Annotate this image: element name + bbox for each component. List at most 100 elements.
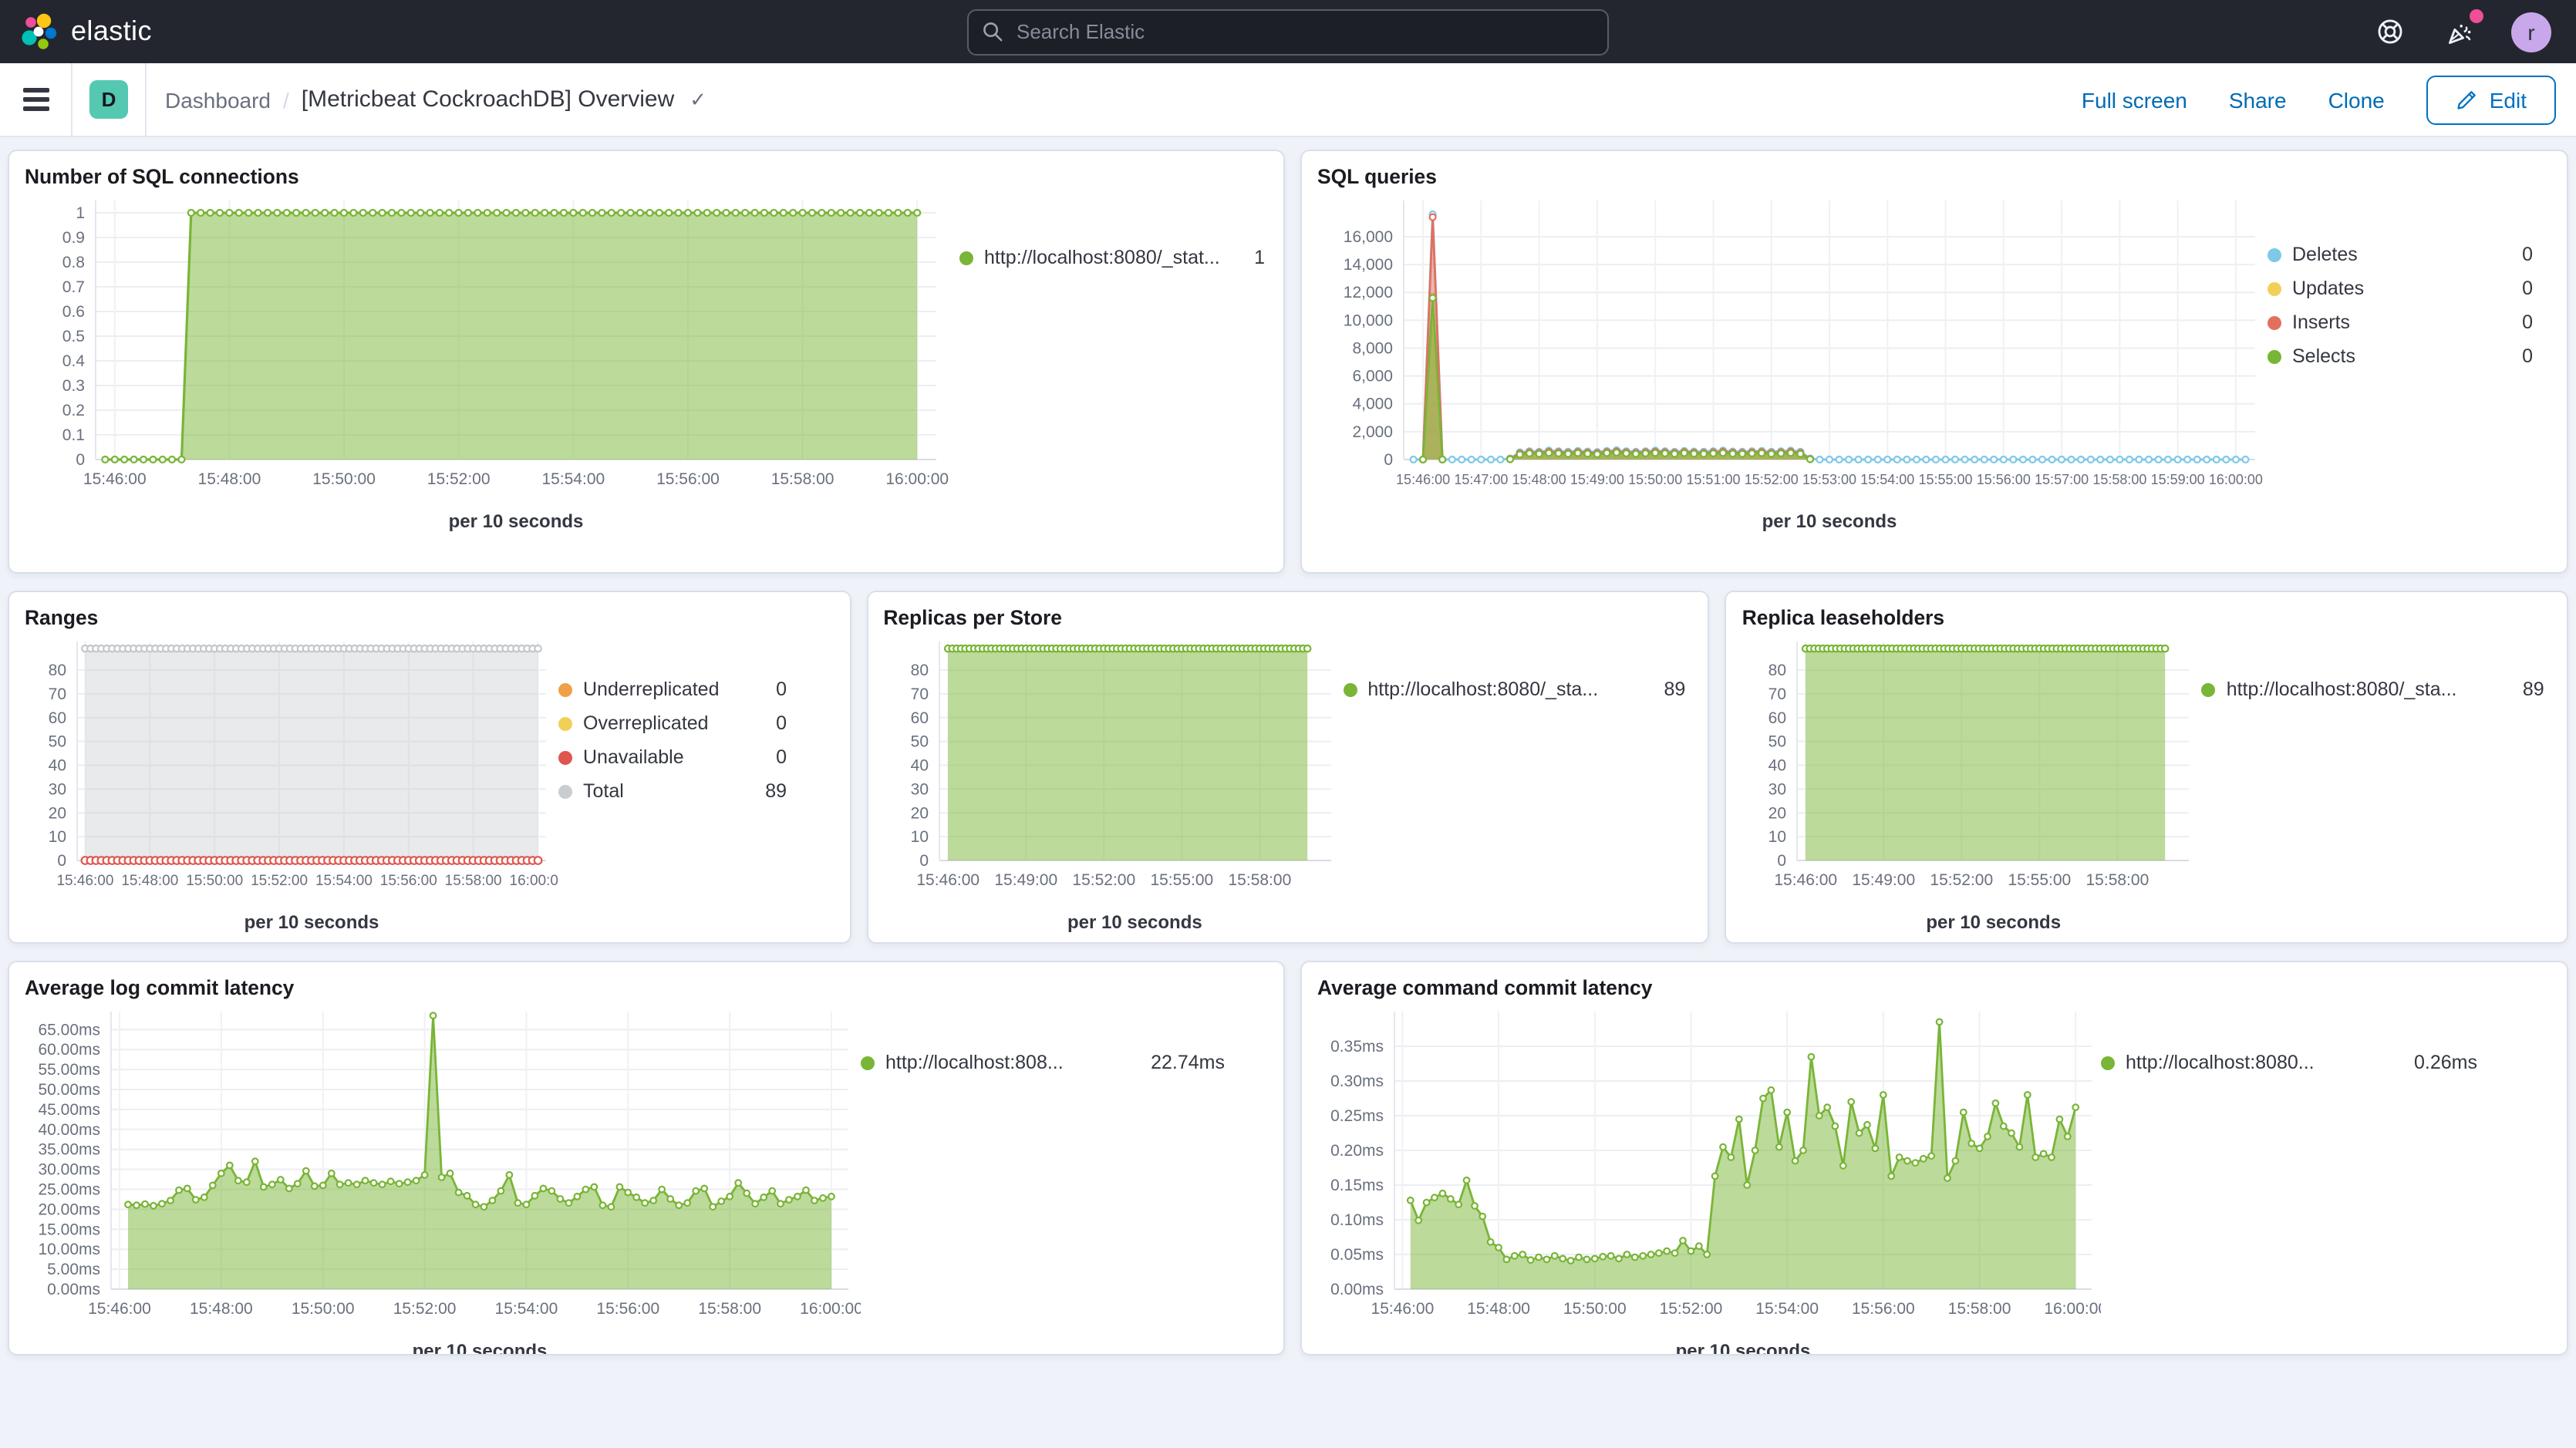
legend-series-value: 0 <box>764 712 787 734</box>
clone-button[interactable]: Clone <box>2328 87 2385 112</box>
legend-series-value: 0 <box>2510 244 2533 265</box>
panel-title[interactable]: Average log commit latency <box>25 976 1271 999</box>
legend-item[interactable]: http://localhost:8080/_sta...89 <box>2202 679 2544 700</box>
svg-text:60: 60 <box>49 709 66 727</box>
chart-legend: http://localhost:8080...0.26ms <box>2101 1002 2483 1086</box>
legend-item[interactable]: http://localhost:8080/_stat...1 <box>959 247 1265 268</box>
legend-series-dot <box>558 750 572 764</box>
legend-series-label: Total <box>583 780 624 802</box>
svg-text:0.9: 0.9 <box>62 229 85 247</box>
panel-title[interactable]: Replica leaseholders <box>1742 606 2554 629</box>
search-input[interactable] <box>1013 19 1593 45</box>
legend-series-dot <box>2267 349 2281 363</box>
legend-series-label: Selects <box>2292 345 2355 367</box>
user-avatar[interactable]: r <box>2511 12 2551 52</box>
svg-text:0.10ms: 0.10ms <box>1330 1211 1384 1229</box>
legend-item[interactable]: Underreplicated0 <box>558 679 787 700</box>
newsfeed-button[interactable] <box>2440 12 2480 52</box>
svg-text:1: 1 <box>76 204 85 222</box>
panel-title[interactable]: Replicas per Store <box>883 606 1695 629</box>
svg-text:15:56:00: 15:56:00 <box>656 470 720 488</box>
elastic-logo <box>19 12 59 52</box>
svg-text:15:48:00: 15:48:00 <box>1512 472 1566 487</box>
svg-text:15:52:00: 15:52:00 <box>251 873 308 889</box>
svg-text:16:00:00: 16:00:00 <box>510 873 558 889</box>
legend-series-dot <box>558 716 572 730</box>
full-screen-button[interactable]: Full screen <box>2082 87 2187 112</box>
svg-text:15:50:00: 15:50:00 <box>292 1300 355 1318</box>
svg-text:0.8: 0.8 <box>62 254 85 271</box>
global-search[interactable] <box>967 8 1609 55</box>
legend-item[interactable]: Total89 <box>558 780 787 802</box>
panel-title[interactable]: SQL queries <box>1317 165 2554 188</box>
svg-text:0.15ms: 0.15ms <box>1330 1177 1384 1194</box>
replicas-per-store-chart: 0102030405060708015:46:0015:49:0015:52:0… <box>883 632 1343 897</box>
legend-item[interactable]: http://localhost:808...22.74ms <box>861 1052 1225 1073</box>
svg-text:2,000: 2,000 <box>1352 423 1393 441</box>
pencil-icon <box>2456 89 2477 110</box>
svg-text:0.7: 0.7 <box>62 278 85 296</box>
legend-series-value: 1 <box>1242 247 1265 268</box>
x-axis-label: per 10 seconds <box>77 911 546 933</box>
svg-text:15:56:00: 15:56:00 <box>1977 472 2031 487</box>
help-button[interactable] <box>2369 12 2409 52</box>
svg-text:15:56:00: 15:56:00 <box>1852 1300 1915 1318</box>
menu-button[interactable] <box>0 63 71 136</box>
svg-text:0.25ms: 0.25ms <box>1330 1107 1384 1125</box>
svg-text:0: 0 <box>1778 852 1787 870</box>
legend-item[interactable]: http://localhost:8080/_sta...89 <box>1343 679 1685 700</box>
panel-title[interactable]: Average command commit latency <box>1317 976 2554 999</box>
svg-text:40.00ms: 40.00ms <box>38 1121 100 1139</box>
share-button[interactable]: Share <box>2229 87 2287 112</box>
legend-item[interactable]: Overreplicated0 <box>558 712 787 734</box>
svg-text:45.00ms: 45.00ms <box>38 1101 100 1119</box>
panel-replicas-per-store: Replicas per Store 0102030405060708015:4… <box>866 591 1709 944</box>
elastic-brand[interactable]: elastic <box>0 12 152 52</box>
legend-item[interactable]: http://localhost:8080...0.26ms <box>2101 1052 2477 1073</box>
x-axis-label: per 10 seconds <box>1394 1340 2092 1355</box>
svg-text:10.00ms: 10.00ms <box>38 1241 100 1258</box>
legend-series-value: 89 <box>2510 679 2544 700</box>
svg-text:8,000: 8,000 <box>1352 339 1393 357</box>
legend-series-dot <box>2267 281 2281 295</box>
svg-text:80: 80 <box>910 662 928 679</box>
breadcrumb: Dashboard / [Metricbeat CockroachDB] Ove… <box>147 86 706 113</box>
svg-text:15:46:00: 15:46:00 <box>1396 472 1450 487</box>
panel-title[interactable]: Number of SQL connections <box>25 165 1271 188</box>
svg-text:0.3: 0.3 <box>62 377 85 395</box>
title-check-icon[interactable]: ✓ <box>690 87 706 112</box>
chart-legend: http://localhost:8080/_sta...89 <box>1343 632 1691 712</box>
svg-text:20.00ms: 20.00ms <box>38 1200 100 1218</box>
panel-title[interactable]: Ranges <box>25 606 837 629</box>
svg-text:15:52:00: 15:52:00 <box>1930 871 1994 889</box>
svg-text:0.00ms: 0.00ms <box>1330 1281 1384 1298</box>
svg-text:15:50:00: 15:50:00 <box>186 873 243 889</box>
legend-item[interactable]: Unavailable0 <box>558 746 787 768</box>
breadcrumb-dashboard-link[interactable]: Dashboard <box>165 87 271 112</box>
svg-text:40: 40 <box>1768 757 1786 775</box>
svg-text:15.00ms: 15.00ms <box>38 1221 100 1238</box>
edit-button[interactable]: Edit <box>2426 75 2556 124</box>
page-title[interactable]: [Metricbeat CockroachDB] Overview <box>302 86 675 113</box>
svg-text:70: 70 <box>49 685 66 703</box>
svg-text:15:54:00: 15:54:00 <box>1860 472 1914 487</box>
dashboard-app-badge[interactable]: D <box>89 80 128 119</box>
legend-item[interactable]: Updates0 <box>2267 278 2533 299</box>
svg-text:15:54:00: 15:54:00 <box>541 470 605 488</box>
svg-text:15:46:00: 15:46:00 <box>1775 871 1838 889</box>
legend-item[interactable]: Deletes0 <box>2267 244 2533 265</box>
dashboard-grid: Number of SQL connections 00.10.20.30.40… <box>0 137 2576 1355</box>
svg-text:25.00ms: 25.00ms <box>38 1181 100 1199</box>
legend-series-value: 0 <box>2510 345 2533 367</box>
legend-item[interactable]: Inserts0 <box>2267 311 2533 333</box>
svg-text:15:54:00: 15:54:00 <box>495 1300 558 1318</box>
legend-item[interactable]: Selects 0 <box>2267 345 2533 367</box>
svg-text:15:50:00: 15:50:00 <box>1628 472 1682 487</box>
legend-series-dot <box>2267 315 2281 329</box>
chart-legend: http://localhost:8080/_sta...89 <box>2202 632 2551 712</box>
svg-text:30.00ms: 30.00ms <box>38 1161 100 1179</box>
panel-replica-leaseholders: Replica leaseholders 0102030405060708015… <box>1725 591 2568 944</box>
legend-series-dot <box>2267 248 2281 261</box>
svg-text:5.00ms: 5.00ms <box>47 1261 100 1278</box>
svg-text:50.00ms: 50.00ms <box>38 1081 100 1099</box>
